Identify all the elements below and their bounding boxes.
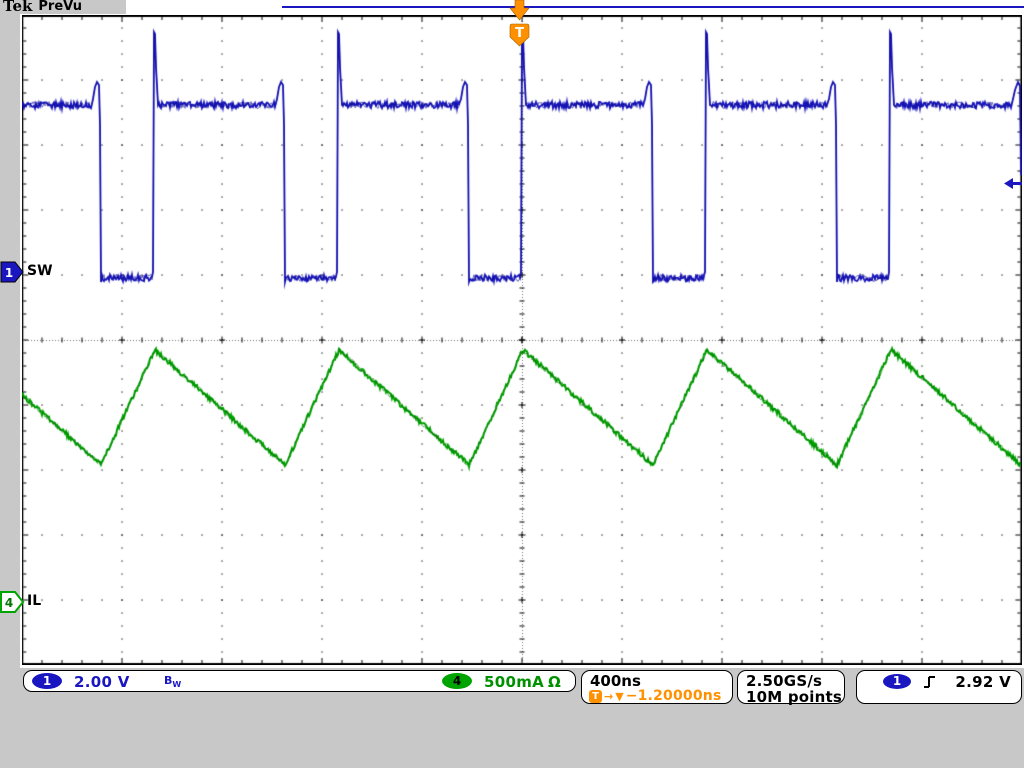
ch1-bandwidth-indicator: BW: [164, 674, 181, 689]
graticule-waveform-canvas: [22, 15, 1022, 665]
ch4-marker-number: 4: [5, 596, 13, 610]
ch4-ground-marker[interactable]: 4: [0, 591, 25, 613]
ch1-marker-number: 1: [5, 266, 13, 280]
ch1-scale-readout: 2.00 V: [74, 673, 130, 691]
arrow-right-icon: →: [604, 690, 613, 703]
ch1-waveform-label: SW: [27, 263, 53, 279]
acquisition-status: PreVu: [38, 0, 82, 13]
position-marker-icon: ▼: [615, 690, 623, 703]
ch4-scale-readout: 500mA: [484, 673, 544, 691]
record-length-readout: 10M points: [746, 688, 842, 706]
trigger-flag-letter: T: [515, 26, 524, 41]
ch4-waveform-label: IL: [27, 593, 41, 609]
logo-tab: Tek PreVu: [0, 0, 126, 14]
trigger-position-arrow-icon[interactable]: [505, 0, 535, 22]
tek-logo: Tek: [3, 0, 32, 13]
ch4-badge[interactable]: 4: [442, 673, 472, 689]
status-bar: 1 2.00 V BW 4 500mA Ω 400ns T → ▼ −1.200…: [0, 668, 1024, 768]
trigger-source-badge: 1: [883, 674, 911, 689]
trigger-flag-icon[interactable]: T: [507, 23, 533, 48]
trigger-level-arrow-icon[interactable]: [1003, 176, 1023, 191]
vertical-readout-box[interactable]: 1 2.00 V BW 4 500mA Ω: [23, 670, 576, 692]
left-margin: [0, 13, 20, 668]
ch1-badge[interactable]: 1: [32, 673, 62, 689]
ch1-ground-marker[interactable]: 1: [0, 261, 25, 283]
horizontal-readout-box[interactable]: 400ns T → ▼ −1.20000ns: [581, 670, 733, 704]
trigger-level-readout: 2.92 V: [955, 673, 1011, 691]
trigger-position-value: −1.20000ns: [626, 688, 722, 704]
record-view-line: [282, 6, 1024, 8]
trigger-position-readout: T → ▼ −1.20000ns: [589, 688, 721, 704]
oscilloscope-screen: Tek PreVu T 1 SW 4 IL 1 2.00 V BW 4 500m…: [0, 0, 1024, 768]
ch4-coupling-readout: Ω: [548, 673, 561, 691]
rising-edge-icon: [923, 674, 939, 690]
acquisition-readout-box[interactable]: 2.50GS/s 10M points: [737, 670, 845, 704]
trigger-t-icon: T: [589, 690, 602, 703]
trigger-readout-box[interactable]: 1 2.92 V: [856, 670, 1022, 704]
